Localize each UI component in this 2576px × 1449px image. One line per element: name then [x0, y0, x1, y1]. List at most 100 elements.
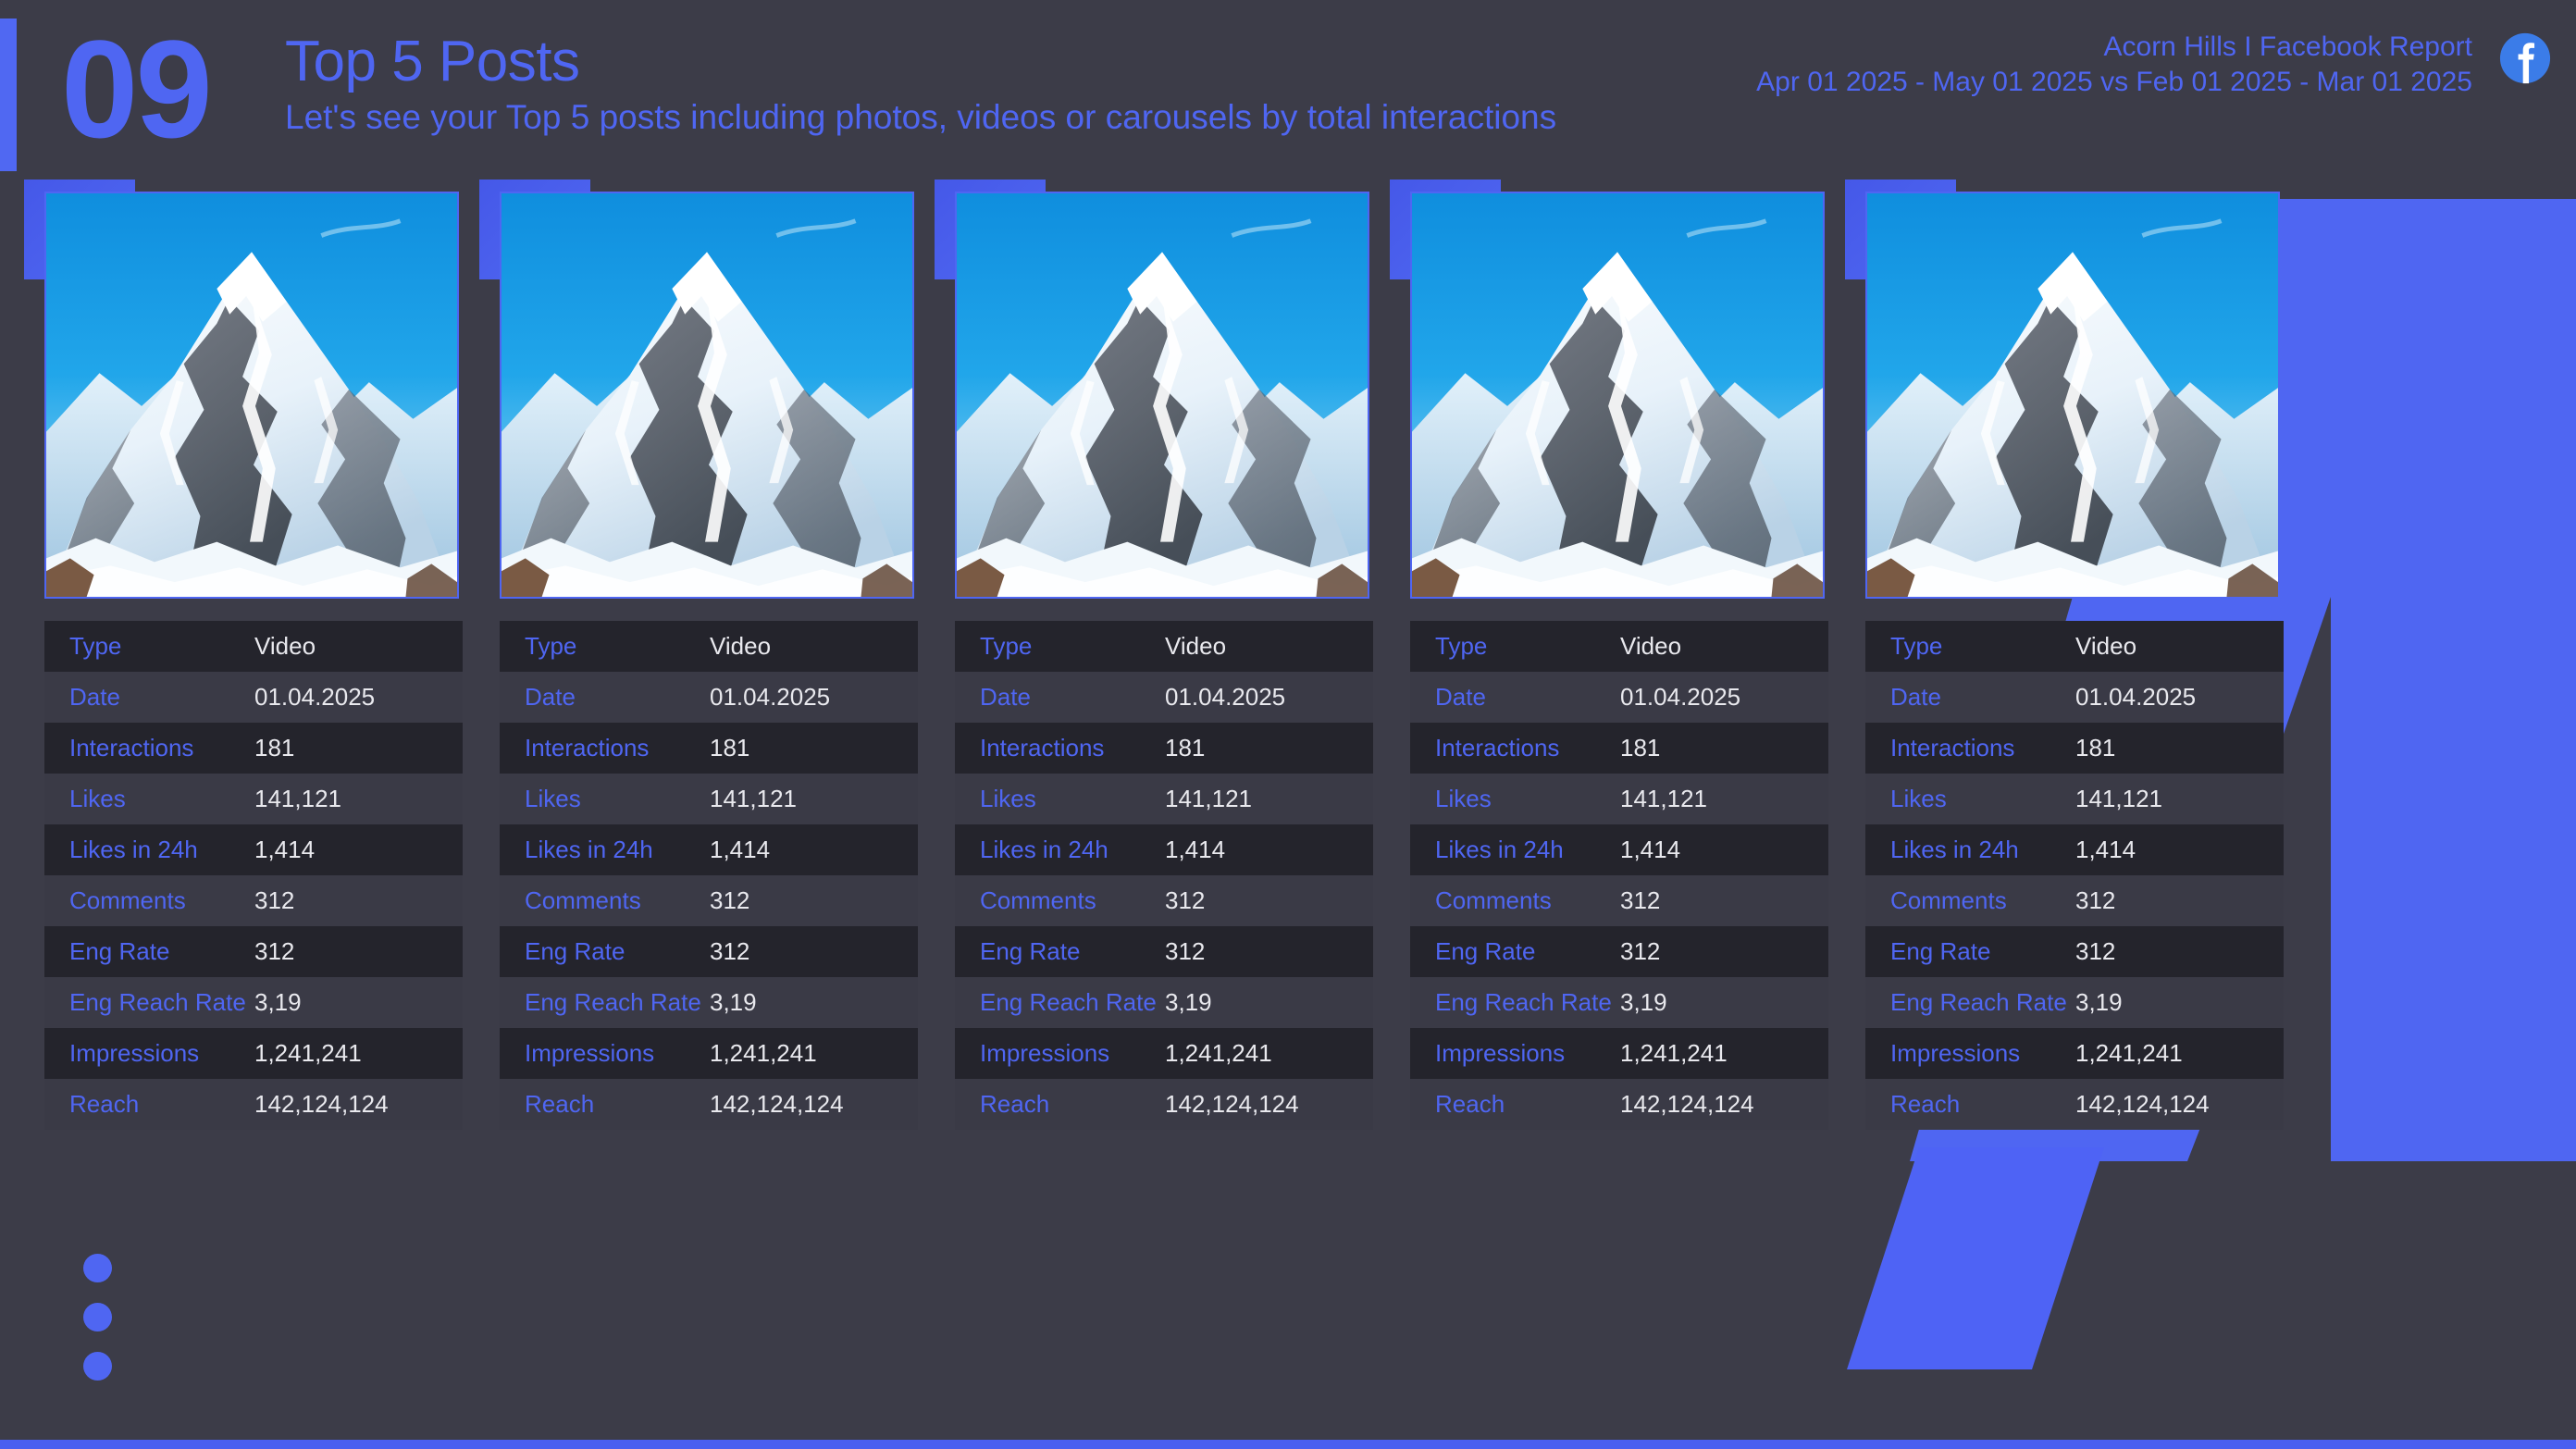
- mountain-photo: [957, 193, 1368, 597]
- table-row: Eng Rate 312: [1865, 926, 2284, 977]
- post-thumbnail[interactable]: [1865, 192, 2280, 599]
- post-thumbnail[interactable]: [44, 192, 459, 599]
- table-row: Eng Reach Rate 3,19: [1410, 977, 1828, 1028]
- post-thumbnail[interactable]: [500, 192, 914, 599]
- table-row: Type Video: [1410, 621, 1828, 672]
- metric-value: 142,124,124: [1165, 1090, 1299, 1118]
- metric-label: Reach: [980, 1090, 1050, 1118]
- table-row: Type Video: [500, 621, 918, 672]
- slide-header: 09 Top 5 Posts Let's see your Top 5 post…: [0, 0, 2576, 185]
- metric-value: 312: [254, 937, 295, 965]
- metric-value: 142,124,124: [710, 1090, 844, 1118]
- metric-value: 1,414: [254, 836, 316, 863]
- slide-number: 09: [61, 11, 213, 167]
- post-cards-container: Type Video Date 01.04.2025 Interactions 181 Li…: [0, 0, 2576, 1449]
- metric-label: Date: [980, 683, 1031, 711]
- metric-label: Eng Rate: [525, 937, 625, 965]
- table-row: Likes 141,121: [955, 774, 1373, 824]
- post-card[interactable]: Type Video Date 01.04.2025 Interactions 181 Li…: [1390, 180, 1831, 1130]
- table-row: Likes in 24h 1,414: [44, 824, 463, 875]
- metric-value: 181: [254, 734, 295, 762]
- metric-label: Type: [1890, 632, 1943, 660]
- metric-value: 01.04.2025: [1165, 683, 1286, 711]
- metric-value: 181: [710, 734, 750, 762]
- table-row: Interactions 181: [1865, 723, 2284, 774]
- table-row: Eng Reach Rate 3,19: [1865, 977, 2284, 1028]
- metric-label: Likes: [69, 785, 126, 812]
- post-card[interactable]: Type Video Date 01.04.2025 Interactions 181 Li…: [24, 180, 465, 1130]
- metric-value: 3,19: [1620, 988, 1667, 1016]
- metric-value: 1,241,241: [1620, 1039, 1728, 1067]
- metric-value: 1,241,241: [254, 1039, 362, 1067]
- metric-label: Likes: [980, 785, 1036, 812]
- metric-label: Likes in 24h: [69, 836, 198, 863]
- table-row: Comments 312: [44, 875, 463, 926]
- table-row: Eng Rate 312: [955, 926, 1373, 977]
- metric-label: Likes in 24h: [980, 836, 1108, 863]
- table-row: Likes 141,121: [1865, 774, 2284, 824]
- metric-label: Likes: [1890, 785, 1947, 812]
- metric-value: 141,121: [1165, 785, 1252, 812]
- metric-value: 01.04.2025: [254, 683, 376, 711]
- metric-value: 141,121: [1620, 785, 1707, 812]
- metric-label: Interactions: [980, 734, 1105, 762]
- mountain-photo: [1867, 193, 2278, 597]
- metric-label: Eng Reach Rate: [1890, 988, 2067, 1016]
- metric-label: Eng Reach Rate: [69, 988, 246, 1016]
- metric-label: Likes: [1435, 785, 1492, 812]
- metric-value: 312: [1165, 886, 1206, 914]
- metric-value: Video: [710, 632, 772, 660]
- metric-label: Reach: [1890, 1090, 1961, 1118]
- metric-value: 3,19: [254, 988, 302, 1016]
- metric-value: 312: [1165, 937, 1206, 965]
- table-row: Likes 141,121: [44, 774, 463, 824]
- metric-value: Video: [1620, 632, 1682, 660]
- metric-label: Eng Rate: [980, 937, 1081, 965]
- metric-label: Type: [980, 632, 1033, 660]
- post-thumbnail[interactable]: [955, 192, 1369, 599]
- post-card[interactable]: Type Video Date 01.04.2025 Interactions 181 Li…: [935, 180, 1376, 1130]
- metric-label: Interactions: [525, 734, 650, 762]
- table-row: Date 01.04.2025: [955, 672, 1373, 723]
- metric-label: Interactions: [69, 734, 194, 762]
- date-range-label: Apr 01 2025 - May 01 2025 vs Feb 01 2025…: [1756, 67, 2472, 98]
- metric-value: 01.04.2025: [710, 683, 831, 711]
- metric-label: Impressions: [1435, 1039, 1566, 1067]
- table-row: Reach 142,124,124: [955, 1079, 1373, 1130]
- table-row: Date 01.04.2025: [44, 672, 463, 723]
- metric-value: Video: [2075, 632, 2137, 660]
- metric-value: 1,414: [2075, 836, 2136, 863]
- metric-value: 312: [1620, 886, 1661, 914]
- metric-label: Date: [1435, 683, 1486, 711]
- mountain-photo: [502, 193, 912, 597]
- post-card[interactable]: Type Video Date 01.04.2025 Interactions 181 Li…: [1845, 180, 2286, 1130]
- post-metrics-table: Type Video Date 01.04.2025 Interactions 181 Li…: [955, 621, 1373, 1130]
- metric-label: Reach: [69, 1090, 140, 1118]
- metric-label: Likes in 24h: [1435, 836, 1564, 863]
- metric-value: 181: [1165, 734, 1206, 762]
- table-row: Comments 312: [955, 875, 1373, 926]
- mountain-photo: [46, 193, 457, 597]
- table-row: Reach 142,124,124: [44, 1079, 463, 1130]
- metric-value: 312: [254, 886, 295, 914]
- table-row: Likes 141,121: [1410, 774, 1828, 824]
- table-row: Comments 312: [1865, 875, 2284, 926]
- metric-label: Date: [525, 683, 576, 711]
- table-row: Likes in 24h 1,414: [500, 824, 918, 875]
- decorative-dot: [83, 1352, 112, 1381]
- metric-label: Impressions: [1890, 1039, 2021, 1067]
- table-row: Comments 312: [500, 875, 918, 926]
- table-row: Type Video: [1865, 621, 2284, 672]
- metric-value: 141,121: [2075, 785, 2162, 812]
- metric-label: Interactions: [1435, 734, 1560, 762]
- post-thumbnail[interactable]: [1410, 192, 1825, 599]
- metric-value: 142,124,124: [1620, 1090, 1754, 1118]
- table-row: Likes 141,121: [500, 774, 918, 824]
- metric-value: 01.04.2025: [1620, 683, 1741, 711]
- metric-value: 181: [1620, 734, 1661, 762]
- table-row: Likes in 24h 1,414: [955, 824, 1373, 875]
- table-row: Eng Rate 312: [500, 926, 918, 977]
- metric-value: 142,124,124: [254, 1090, 389, 1118]
- post-card[interactable]: Type Video Date 01.04.2025 Interactions 181 Li…: [479, 180, 921, 1130]
- metric-value: 1,414: [1620, 836, 1681, 863]
